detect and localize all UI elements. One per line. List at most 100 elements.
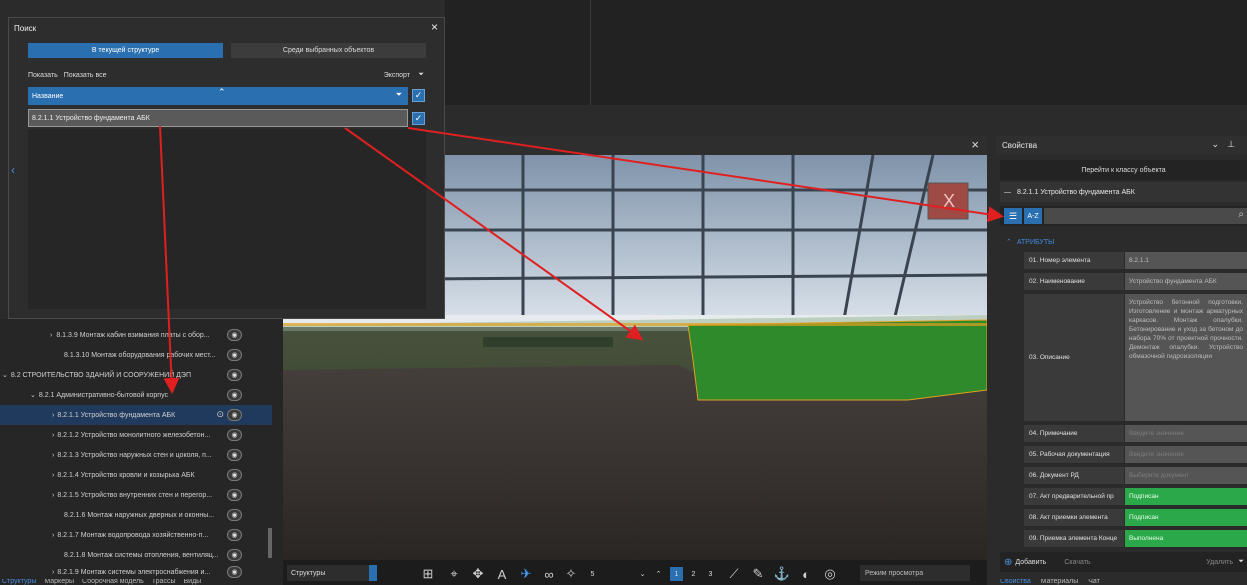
tree-row[interactable]: ⌄ 8.2.1 Административно-бытовой корпус ◉ bbox=[0, 385, 272, 405]
tree-row[interactable]: 8.2.1.6 Монтаж наружных дверных и оконны… bbox=[0, 505, 272, 525]
pin-icon[interactable]: ⊥ bbox=[1227, 139, 1235, 150]
chevron-down-icon[interactable]: ⌄ bbox=[1211, 139, 1219, 150]
tree-scrollbar[interactable] bbox=[268, 528, 272, 558]
prop-value[interactable]: Введите значение bbox=[1125, 425, 1247, 443]
eye-icon[interactable]: ◉ bbox=[227, 489, 242, 501]
tab-current-structure[interactable]: В текущей структуре bbox=[28, 43, 223, 58]
fly-icon[interactable]: ✈ bbox=[518, 566, 534, 582]
show-button[interactable]: Показать bbox=[28, 72, 58, 79]
download-button[interactable]: Скачать bbox=[1064, 559, 1090, 566]
expand-icon[interactable]: › bbox=[52, 472, 54, 479]
add-button[interactable]: Добавить bbox=[1015, 559, 1046, 566]
tree-row[interactable]: › 8.2.1.7 Монтаж водопровода хозяйственно… bbox=[0, 525, 272, 545]
tab-chat[interactable]: Чат bbox=[1088, 579, 1100, 585]
measure-icon[interactable]: ⟋ bbox=[726, 566, 742, 582]
link-icon[interactable]: ⊙ bbox=[216, 409, 224, 420]
goto-class-button[interactable]: Перейти к классу объекта bbox=[1000, 160, 1247, 180]
search-icon[interactable]: ⌕ bbox=[1238, 209, 1244, 220]
page-2-button[interactable]: 2 bbox=[687, 567, 700, 581]
more-icon[interactable]: ⏷ bbox=[1238, 558, 1244, 566]
eye-icon[interactable]: ◉ bbox=[227, 409, 242, 421]
expand-icon[interactable]: › bbox=[52, 452, 54, 459]
page-1-button[interactable]: 1 bbox=[670, 567, 683, 581]
header-checkbox[interactable]: ✓ bbox=[412, 89, 425, 102]
eye-icon[interactable]: ◉ bbox=[227, 429, 242, 441]
structures-dropdown[interactable]: Структуры bbox=[287, 565, 377, 581]
tree-row[interactable]: 8.1.3.10 Монтаж оборудования рабочих мес… bbox=[0, 345, 272, 365]
tree-row-selected[interactable]: › 8.2.1.1 Устройство фундамента АБК ⊙ ◉ bbox=[0, 405, 272, 425]
add-icon[interactable]: ⊕ bbox=[1004, 557, 1012, 568]
prop-value[interactable]: Выберите документ bbox=[1125, 467, 1247, 485]
filter-icon[interactable]: ⏷ bbox=[396, 90, 402, 100]
tab-properties[interactable]: Свойства bbox=[1000, 579, 1031, 585]
tree-row[interactable]: › 8.2.1.5 Устройство внутренних стен и пе… bbox=[0, 485, 272, 505]
left-collapse-icon[interactable]: ‹ bbox=[11, 163, 15, 177]
chevron-down-icon[interactable]: ⌄ bbox=[636, 567, 649, 581]
prop-value[interactable]: Устройство фундамента АБК bbox=[1125, 273, 1247, 291]
eye-icon[interactable]: ◉ bbox=[227, 449, 242, 461]
tab-assembly[interactable]: Сборочная модель bbox=[82, 579, 144, 585]
prop-value[interactable]: Подписан bbox=[1125, 488, 1247, 506]
tab-structures[interactable]: Структуры bbox=[2, 579, 36, 585]
prop-value[interactable]: 8.2.1.1 bbox=[1125, 252, 1247, 270]
text-icon[interactable]: A bbox=[494, 566, 510, 582]
tree-row[interactable]: ⌄ 8.2 СТРОИТЕЛЬСТВО ЗДАНИЙ И СООРУЖЕНИЙ Д… bbox=[0, 365, 272, 385]
category-view-button[interactable]: ☰ bbox=[1004, 208, 1022, 224]
prop-value[interactable]: Устройство бетонной подготовки. Изготовл… bbox=[1125, 294, 1247, 422]
eye-icon[interactable]: ◉ bbox=[227, 369, 242, 381]
tab-materials[interactable]: Материалы bbox=[1041, 579, 1078, 585]
move-icon[interactable]: ✥ bbox=[470, 566, 486, 582]
tab-selected-objects[interactable]: Среди выбранных объектов bbox=[231, 43, 426, 58]
contrast-icon[interactable]: ◐ bbox=[798, 566, 814, 582]
az-icon[interactable]: ⊞ bbox=[420, 566, 436, 582]
eye-icon[interactable]: ◉ bbox=[227, 389, 242, 401]
export-button[interactable]: Экспорт bbox=[384, 72, 410, 79]
camera-icon[interactable]: ◎ bbox=[822, 566, 838, 582]
anchor-icon[interactable]: ⚓ bbox=[774, 566, 790, 582]
expand-icon[interactable]: › bbox=[52, 492, 54, 499]
eye-icon[interactable]: ◉ bbox=[227, 329, 242, 341]
delete-button[interactable]: Удалить bbox=[1206, 559, 1233, 566]
expand-icon[interactable]: › bbox=[52, 569, 54, 576]
collapse-icon[interactable]: — bbox=[1004, 189, 1011, 196]
viewport-close-icon[interactable]: × bbox=[971, 137, 979, 152]
tab-markers[interactable]: Маркеры bbox=[44, 579, 74, 585]
prop-value[interactable]: Выполнена bbox=[1125, 530, 1247, 548]
expand-icon[interactable]: ⌄ bbox=[2, 371, 8, 379]
prop-value[interactable]: Подписан bbox=[1125, 509, 1247, 527]
tree-row[interactable]: › 8.1.3.9 Монтаж кабин взимания платы с о… bbox=[0, 325, 272, 345]
result-checkbox[interactable]: ✓ bbox=[412, 112, 425, 125]
prop-value[interactable]: Введите значение bbox=[1125, 446, 1247, 464]
search-result-row[interactable]: 8.2.1.1 Устройство фундамента АБК bbox=[28, 109, 408, 127]
expand-icon[interactable]: ⌄ bbox=[30, 391, 36, 399]
page-3-button[interactable]: 3 bbox=[704, 567, 717, 581]
tree-row[interactable]: › 8.2.1.2 Устройство монолитного железобе… bbox=[0, 425, 272, 445]
eye-icon[interactable]: ◉ bbox=[227, 566, 242, 578]
tree-row[interactable]: › 8.2.1.4 Устройство кровли и козырька АБ… bbox=[0, 465, 272, 485]
sort-up-icon[interactable]: ⌃ bbox=[218, 87, 226, 98]
walk-icon[interactable]: ∞ bbox=[541, 566, 557, 582]
view-mode-field[interactable]: Режим просмотра bbox=[860, 565, 970, 581]
show-all-button[interactable]: Показать все bbox=[64, 72, 107, 79]
tab-routes[interactable]: Трассы bbox=[152, 579, 176, 585]
speed-icon[interactable]: ✧ bbox=[563, 566, 579, 582]
chevron-up-icon[interactable]: ⌃ bbox=[652, 567, 665, 581]
filter-icon[interactable]: ⏷ bbox=[418, 71, 424, 79]
expand-icon[interactable]: › bbox=[52, 432, 54, 439]
attributes-section[interactable]: ⌃ АТРИБУТЫ bbox=[1006, 236, 1106, 248]
eye-icon[interactable]: ◉ bbox=[227, 549, 242, 561]
eye-icon[interactable]: ◉ bbox=[227, 529, 242, 541]
eye-icon[interactable]: ◉ bbox=[227, 469, 242, 481]
tab-views[interactable]: Виды bbox=[183, 579, 201, 585]
expand-icon[interactable]: › bbox=[52, 412, 54, 419]
tree-row[interactable]: › 8.2.1.3 Устройство наружных стен и цоко… bbox=[0, 445, 272, 465]
brush-icon[interactable]: ✎ bbox=[750, 566, 766, 582]
eye-icon[interactable]: ◉ bbox=[227, 509, 242, 521]
pin-icon[interactable]: ⌖ bbox=[446, 566, 462, 582]
expand-icon[interactable]: › bbox=[52, 532, 54, 539]
search-close-icon[interactable]: × bbox=[431, 20, 438, 34]
az-sort-button[interactable]: A-Z bbox=[1024, 208, 1042, 224]
props-search-input[interactable]: ⌕ bbox=[1044, 208, 1247, 224]
expand-icon[interactable]: › bbox=[50, 332, 52, 339]
eye-icon[interactable]: ◉ bbox=[227, 349, 242, 361]
